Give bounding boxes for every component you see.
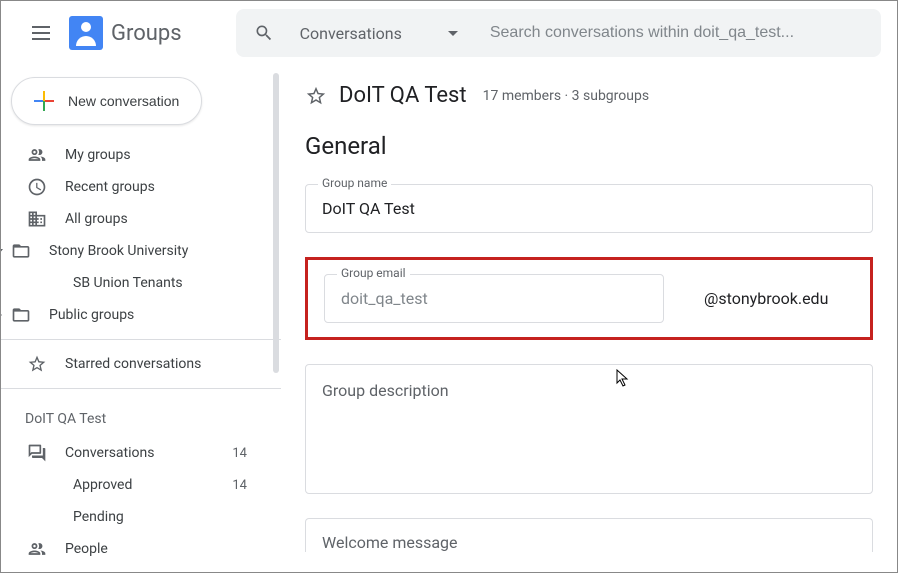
- nav-stony-brook[interactable]: Stony Brook University: [1, 235, 265, 267]
- plus-icon: [34, 91, 54, 111]
- search-bar: Conversations: [236, 9, 881, 57]
- main-content: DoIT QA Test 17 members · 3 subgroups Ge…: [281, 65, 897, 572]
- sidebar: New conversation My groups Recent groups…: [1, 65, 281, 572]
- search-icon: [254, 23, 274, 43]
- domain-icon: [27, 209, 47, 229]
- main-menu-button[interactable]: [17, 9, 65, 57]
- nav-my-groups[interactable]: My groups: [1, 139, 265, 171]
- nav-label: SB Union Tenants: [73, 275, 253, 291]
- nav-label: Recent groups: [65, 179, 253, 195]
- search-filter-label: Conversations: [300, 24, 402, 43]
- nav-label: People: [65, 541, 253, 557]
- search-button[interactable]: [244, 13, 284, 53]
- group-email-value: doit_qa_test: [341, 289, 647, 308]
- expand-toggle[interactable]: [1, 311, 9, 319]
- group-email-field[interactable]: Group email doit_qa_test: [324, 274, 664, 323]
- nav-members[interactable]: Members: [1, 565, 265, 572]
- field-label: Group description: [322, 381, 856, 400]
- app-header: Groups Conversations: [1, 1, 897, 65]
- field-label: Group name: [318, 176, 391, 190]
- group-email-highlight: Group email doit_qa_test @stonybrook.edu: [305, 257, 873, 340]
- nav-label: Approved: [73, 477, 232, 493]
- nav-label: Public groups: [49, 307, 253, 323]
- search-input[interactable]: [474, 24, 873, 42]
- app-logo[interactable]: Groups: [69, 16, 182, 50]
- folder-icon: [11, 241, 31, 261]
- dropdown-icon: [448, 31, 458, 36]
- scrollbar[interactable]: [273, 73, 279, 373]
- email-domain: @stonybrook.edu: [704, 289, 828, 308]
- people-icon: [27, 145, 47, 165]
- search-filter-dropdown[interactable]: Conversations: [284, 24, 474, 43]
- chevron-down-icon: [1, 249, 3, 254]
- people-icon: [27, 539, 47, 559]
- nav-people[interactable]: People: [1, 533, 265, 565]
- nav-sb-union[interactable]: SB Union Tenants: [1, 267, 265, 299]
- page-header: DoIT QA Test 17 members · 3 subgroups: [305, 73, 873, 132]
- nav-label: My groups: [65, 147, 253, 163]
- groups-logo-icon: [69, 16, 103, 50]
- star-icon: [27, 354, 47, 374]
- nav-count: 14: [232, 478, 247, 493]
- section-heading: General: [305, 132, 873, 160]
- group-name-field[interactable]: Group name DoIT QA Test: [305, 184, 873, 233]
- folder-icon: [11, 305, 31, 325]
- collapse-toggle[interactable]: [1, 249, 9, 254]
- page-title: DoIT QA Test: [339, 83, 467, 108]
- nav-approved[interactable]: Approved 14: [1, 469, 265, 501]
- nav-recent-groups[interactable]: Recent groups: [1, 171, 265, 203]
- nav-conversations[interactable]: Conversations 14: [1, 437, 265, 469]
- nav-public-groups[interactable]: Public groups: [1, 299, 265, 331]
- nav-label: All groups: [65, 211, 253, 227]
- nav-label: Conversations: [65, 445, 232, 461]
- star-outline-icon: [305, 85, 327, 107]
- chevron-right-icon: [1, 311, 2, 319]
- nav-pending[interactable]: Pending: [1, 501, 265, 533]
- hamburger-icon: [32, 26, 50, 40]
- welcome-message-field[interactable]: Welcome message: [305, 518, 873, 552]
- group-description-field[interactable]: Group description: [305, 364, 873, 494]
- field-label: Welcome message: [322, 533, 856, 552]
- group-section-title: DoIT QA Test: [1, 397, 281, 437]
- nav-all-groups[interactable]: All groups: [1, 203, 265, 235]
- star-toggle[interactable]: [305, 85, 327, 107]
- app-name: Groups: [111, 21, 182, 46]
- divider: [1, 339, 281, 340]
- page-meta: 17 members · 3 subgroups: [483, 88, 649, 104]
- field-label: Group email: [337, 266, 410, 280]
- nav-label: Stony Brook University: [49, 243, 253, 259]
- forum-icon: [27, 443, 47, 463]
- divider: [1, 388, 281, 389]
- clock-icon: [27, 177, 47, 197]
- nav-starred[interactable]: Starred conversations: [1, 348, 265, 380]
- nav-count: 14: [232, 446, 247, 461]
- nav-label: Starred conversations: [65, 356, 253, 372]
- group-name-value: DoIT QA Test: [322, 199, 856, 218]
- nav-label: Pending: [73, 509, 253, 525]
- new-conversation-button[interactable]: New conversation: [11, 77, 202, 125]
- new-conversation-label: New conversation: [68, 93, 179, 109]
